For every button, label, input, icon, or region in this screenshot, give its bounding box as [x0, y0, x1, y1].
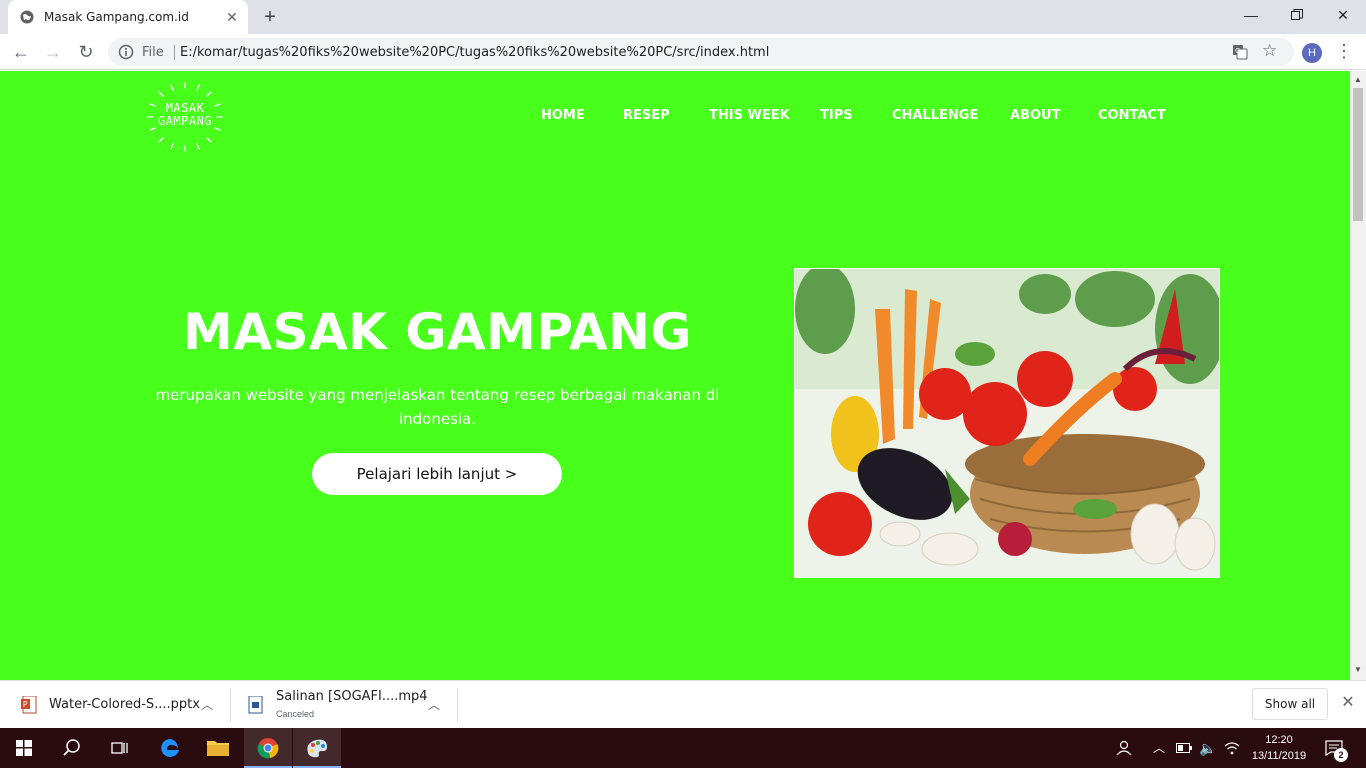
vegetables-illustration	[795, 269, 1219, 577]
download-item[interactable]: P Water-Colored-S....pptx ︿	[21, 687, 221, 723]
globe-icon	[20, 10, 34, 24]
svg-text:G: G	[1235, 47, 1240, 55]
folder-icon	[207, 741, 229, 756]
search-icon	[63, 739, 80, 756]
people-icon	[1116, 740, 1132, 756]
chrome-taskbar-button[interactable]	[244, 728, 292, 768]
download-filename: Water-Colored-S....pptx	[49, 697, 200, 712]
wifi-glyph-icon	[1224, 742, 1240, 755]
chrome-icon	[257, 738, 279, 759]
video-file-icon	[248, 696, 263, 714]
nav-about[interactable]: ABOUT	[1010, 108, 1060, 123]
url-text[interactable]: E:/komar/tugas%20fiks%20website%20PC/tug…	[180, 45, 769, 60]
translate-icon[interactable]: G	[1232, 44, 1248, 60]
nav-tips[interactable]: TIPS	[820, 108, 853, 123]
minimize-button[interactable]: —	[1228, 0, 1274, 30]
browser-toolbar: ← → ↻ File E:/komar/tugas%20fiks%20websi…	[0, 34, 1366, 70]
page-viewport: MASAK GAMPANG HOME RESEP THIS WEEK TIPS …	[0, 71, 1350, 680]
learn-more-button[interactable]: Pelajari lebih lanjut >	[312, 453, 562, 495]
hero-desc-line-2: indonesia.	[398, 410, 477, 428]
info-icon[interactable]	[118, 44, 134, 60]
volume-icon[interactable]: 🔈	[1198, 728, 1218, 768]
browser-tab[interactable]: Masak Gampang.com.id ✕	[8, 0, 248, 34]
hero-description: merupakan website yang menjelaskan tenta…	[150, 383, 725, 431]
download-status: Canceled	[276, 709, 315, 719]
scroll-up-arrow-icon[interactable]: ▲	[1354, 75, 1362, 84]
hero-title: MASAK GAMPANG	[183, 303, 692, 361]
tab-strip: Masak Gampang.com.id ✕ + — ✕	[0, 0, 1366, 34]
download-item[interactable]: Salinan [SOGAFI....mp4 Canceled ︿	[248, 687, 448, 723]
edge-taskbar-button[interactable]	[146, 728, 194, 768]
battery-icon[interactable]	[1174, 728, 1194, 768]
chevron-up-icon[interactable]: ︿	[428, 696, 440, 713]
new-tab-button[interactable]: +	[258, 6, 282, 28]
divider	[230, 688, 231, 722]
edge-icon	[161, 739, 179, 757]
logo-line-2: GAMPANG	[157, 114, 213, 128]
nav-contact[interactable]: CONTACT	[1098, 108, 1166, 123]
bookmark-star-icon[interactable]: ☆	[1262, 42, 1277, 60]
address-bar[interactable]: File E:/komar/tugas%20fiks%20website%20P…	[108, 38, 1294, 66]
svg-text:P: P	[23, 700, 28, 709]
site-logo[interactable]: MASAK GAMPANG	[144, 81, 226, 153]
back-button[interactable]: ←	[7, 39, 35, 65]
chevron-up-icon[interactable]: ︿	[1150, 728, 1168, 768]
close-shelf-icon[interactable]: ✕	[1338, 693, 1358, 713]
scrollbar-thumb[interactable]	[1353, 88, 1363, 221]
windows-logo-icon	[16, 740, 32, 756]
tab-title: Masak Gampang.com.id	[44, 10, 189, 24]
people-button[interactable]	[1112, 728, 1136, 768]
chevron-up-icon[interactable]: ︿	[201, 696, 213, 713]
search-button[interactable]	[48, 728, 96, 768]
download-filename: Salinan [SOGAFI....mp4	[276, 689, 428, 704]
nav-challenge[interactable]: CHALLENGE	[892, 108, 978, 123]
close-window-button[interactable]: ✕	[1320, 0, 1366, 30]
file-label: File	[142, 45, 164, 60]
clock-date: 13/11/2019	[1251, 750, 1307, 762]
show-all-button[interactable]: Show all	[1252, 688, 1328, 720]
restore-button[interactable]	[1274, 0, 1320, 30]
task-view-button[interactable]	[96, 728, 144, 768]
notification-badge: 2	[1334, 748, 1348, 762]
powerpoint-file-icon: P	[21, 696, 37, 714]
nav-resep[interactable]: RESEP	[623, 108, 670, 123]
battery-glyph-icon	[1176, 743, 1192, 753]
vegetable-basket-image	[794, 268, 1220, 578]
menu-icon[interactable]: ⋮	[1334, 40, 1354, 64]
nav-this-week[interactable]: THIS WEEK	[709, 108, 790, 123]
system-clock[interactable]: 12:20 13/11/2019	[1248, 732, 1310, 764]
paint-taskbar-button[interactable]	[293, 728, 341, 768]
profile-avatar[interactable]: H	[1302, 43, 1322, 63]
start-button[interactable]	[0, 728, 48, 768]
divider	[457, 688, 458, 722]
clock-time: 12:20	[1265, 734, 1293, 746]
scroll-down-arrow-icon[interactable]: ▼	[1354, 665, 1362, 674]
restore-icon	[1291, 9, 1303, 20]
paint-palette-icon	[307, 739, 327, 758]
action-center-button[interactable]: 2	[1322, 728, 1352, 768]
file-explorer-taskbar-button[interactable]	[194, 728, 242, 768]
nav-home[interactable]: HOME	[541, 108, 585, 123]
hero-desc-line-1: merupakan website yang menjelaskan tenta…	[155, 386, 720, 404]
forward-button[interactable]: →	[39, 39, 67, 65]
windows-taskbar: ︿ 🔈 12:20 13/11/2019 2	[0, 728, 1366, 768]
divider	[174, 45, 175, 60]
page-scrollbar[interactable]: ▲ ▼	[1350, 71, 1366, 680]
reload-button[interactable]: ↻	[72, 39, 100, 65]
download-shelf: P Water-Colored-S....pptx ︿ Salinan [SOG…	[0, 680, 1366, 728]
task-view-icon	[111, 742, 128, 754]
wifi-icon[interactable]	[1222, 728, 1242, 768]
close-tab-icon[interactable]: ✕	[224, 9, 240, 25]
